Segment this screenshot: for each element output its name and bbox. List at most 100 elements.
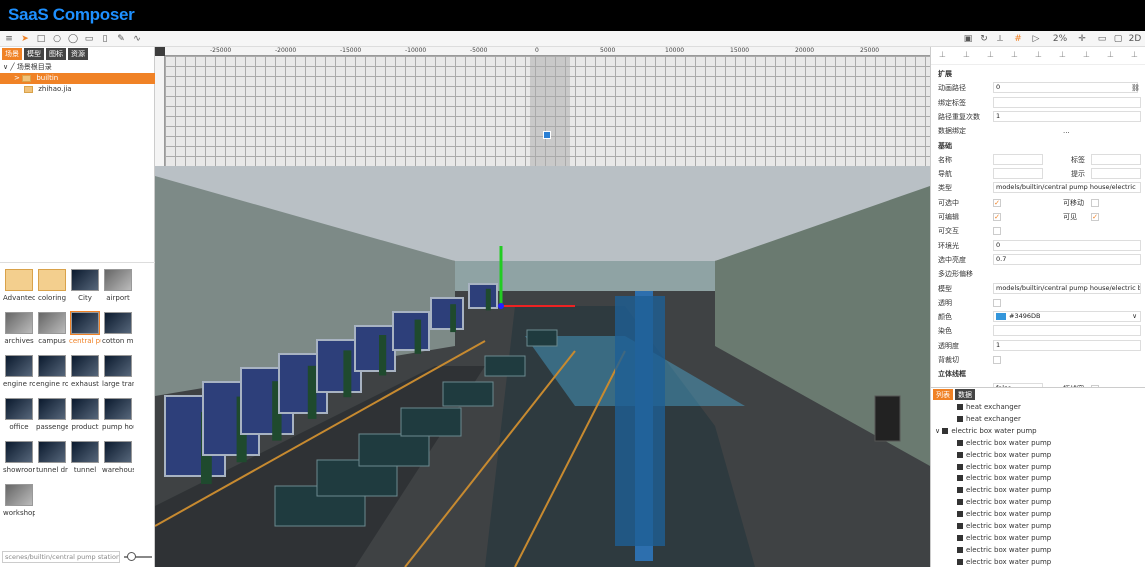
property-input[interactable] [993,325,1141,337]
property-checkbox[interactable]: ✓ [993,198,1001,207]
property-checkbox[interactable] [993,298,1001,307]
list-item[interactable]: electric box water pump [931,472,1145,484]
plan-grid[interactable] [165,56,930,166]
asset-tile[interactable]: office [3,398,35,438]
water-pump[interactable] [400,407,462,437]
asset-tile[interactable]: engine room [3,355,35,395]
asset-tile[interactable]: Advantech [3,269,35,309]
heat-exchanger[interactable] [354,325,396,372]
asset-tile[interactable]: archives [3,312,35,352]
asset-tile[interactable]: engine room [36,355,68,395]
chevron-down-icon[interactable]: ∨ [931,427,942,435]
property-input[interactable]: models/builtin/central pump house/electr… [993,282,1141,294]
link-icon[interactable]: ⛓ [1131,81,1140,95]
refresh-icon[interactable]: ↻ [978,33,990,45]
property-input[interactable] [993,96,1141,108]
save-icon[interactable]: ▣ [962,33,974,45]
align-icon[interactable]: ⊥ [1107,50,1114,59]
list-item[interactable]: electric box water pump [931,437,1145,449]
asset-tile[interactable]: tunnel [69,441,101,481]
tree-item-builtin[interactable]: > builtin [0,73,155,84]
axis-icon[interactable]: ⟂ [994,33,1006,45]
property-checkbox[interactable] [1091,198,1099,207]
asset-tile[interactable]: showroom [3,441,35,481]
asset-tile[interactable]: passenger [36,398,68,438]
list-item[interactable]: electric box water pump [931,544,1145,556]
asset-tile[interactable]: City [69,269,101,309]
menu-icon[interactable]: ≡ [3,33,15,45]
rectangle-icon[interactable]: □ [35,33,47,45]
heat-exchanger[interactable] [392,311,430,351]
align-icon[interactable]: ⊥ [1059,50,1066,59]
property-input[interactable] [993,168,1043,180]
align-icon[interactable]: ⊥ [963,50,970,59]
brush-icon[interactable]: ✎ [115,33,127,45]
plan-anchor[interactable] [543,131,551,139]
tab-resource[interactable]: 资源 [68,48,88,60]
list-item[interactable]: electric box water pump [931,496,1145,508]
pointer-icon[interactable]: ➤ [19,33,31,45]
list-item[interactable]: electric box water pump [931,532,1145,544]
list-item[interactable]: electric box water pump [931,461,1145,473]
align-icon[interactable]: ⊥ [939,50,946,59]
comment-icon[interactable]: ▭ [83,33,95,45]
asset-tile[interactable]: coloring [36,269,68,309]
tab-scene[interactable]: 场景 [2,48,22,60]
view-mode-toggle[interactable]: 2D [1128,33,1142,45]
asset-tile[interactable]: tunnel dr [36,441,68,481]
asset-tile[interactable]: large transformer [102,355,134,395]
asset-tile[interactable]: cotton mill [102,312,134,352]
align-icon[interactable]: ⊥ [1083,50,1090,59]
asset-tile[interactable]: pump house [102,398,134,438]
list-item[interactable]: heat exchanger [931,413,1145,425]
property-input[interactable]: models/builtin/central pump house/electr… [993,182,1141,194]
property-checkbox[interactable] [993,227,1001,236]
data-bind-button[interactable]: ... [1063,124,1070,138]
pump-house-3d-view[interactable] [155,166,930,567]
align-icon[interactable]: ⊥ [1131,50,1138,59]
list-item[interactable]: heat exchanger [931,401,1145,413]
property-input[interactable]: 0.7 [993,253,1141,265]
property-input[interactable]: 0 [993,82,1138,94]
water-pump[interactable] [526,329,558,347]
list-item[interactable]: ∨ electric box water pump [931,425,1145,437]
asset-tile[interactable]: workshop [3,484,35,524]
tab-model[interactable]: 模型 [24,48,44,60]
thumbnail-slider[interactable] [124,552,152,561]
list-item[interactable]: electric box water pump [931,449,1145,461]
property-input[interactable] [993,153,1043,165]
property-input[interactable]: #3496DB ∨ [993,311,1141,323]
tab-icon[interactable]: 图标 [46,48,66,60]
asset-tile[interactable]: exhaust [69,355,101,395]
property-input[interactable]: 1 [993,339,1141,351]
water-pump[interactable] [484,355,526,377]
fullscreen-icon[interactable]: ▢ [1112,33,1124,45]
wave-icon[interactable]: ∿ [131,33,143,45]
scene-canvas[interactable]: -25000 -20000 -15000 -10000 -5000 0 5000 10000 1… [155,47,930,567]
play-icon[interactable]: ▷ [1030,33,1042,45]
cylinder-icon[interactable]: ▯ [99,33,111,45]
property-checkbox[interactable] [993,356,1001,364]
water-pump[interactable] [358,433,430,467]
property-input[interactable]: 0 [993,239,1141,251]
ellipse-icon[interactable]: ○ [51,33,63,45]
tab-data[interactable]: 数据 [955,389,975,400]
list-item[interactable]: electric box water pump [931,508,1145,520]
tree-item-user[interactable]: zhihao.jia [0,84,155,95]
align-icon[interactable]: ⊥ [987,50,994,59]
list-item[interactable]: electric box water pump [931,556,1145,567]
water-pump[interactable] [442,381,494,407]
tree-root[interactable]: ∨ ╱ 场景根目录 [0,62,155,73]
path-input[interactable]: scenes/builtin/central pump station.json [2,551,120,563]
property-input[interactable]: 1 [993,110,1141,122]
heat-exchanger[interactable] [430,297,464,330]
axis-z-gizmo[interactable] [498,303,504,309]
property-input[interactable] [1091,153,1141,165]
tab-list[interactable]: 列表 [933,389,953,400]
asset-tile[interactable]: central pump house [69,311,101,352]
heat-exchanger[interactable] [468,283,498,309]
align-icon[interactable]: ⊥ [1011,50,1018,59]
circle-icon[interactable]: ◯ [67,33,79,45]
property-checkbox[interactable]: ✓ [1091,213,1099,221]
property-input[interactable] [1091,168,1141,180]
